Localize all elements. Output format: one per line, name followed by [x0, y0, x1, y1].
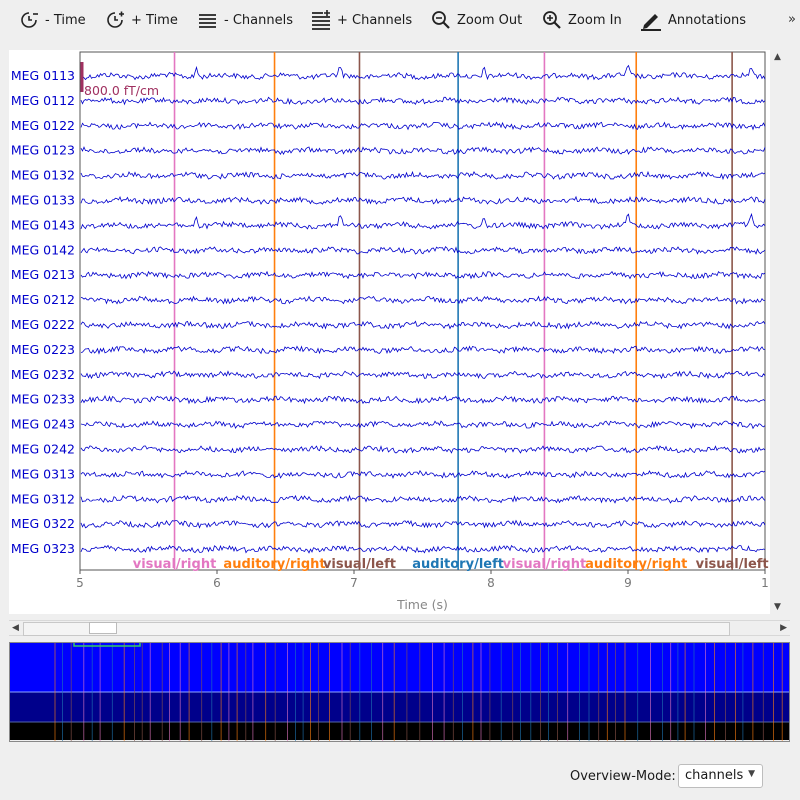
channel-label[interactable]: MEG 0133 — [11, 193, 75, 208]
zoom-in-icon — [543, 11, 561, 29]
channel-trace — [80, 320, 766, 330]
zoom-in-label: Zoom In — [568, 12, 622, 28]
zoom-out-label: Zoom Out — [457, 12, 523, 28]
channel-label[interactable]: MEG 0112 — [11, 93, 75, 108]
channel-label[interactable]: MEG 0243 — [11, 417, 75, 432]
channel-label[interactable]: MEG 0132 — [11, 168, 75, 183]
clock-minus-icon — [21, 12, 38, 28]
vertical-scrollbar[interactable]: ▲ ▼ — [772, 50, 788, 614]
x-tick-label: 7 — [350, 576, 358, 590]
channel-label[interactable]: MEG 0312 — [11, 491, 75, 506]
channel-label[interactable]: MEG 0233 — [11, 392, 75, 407]
x-tick-label: 8 — [487, 576, 495, 590]
x-axis-label: Time (s) — [396, 597, 448, 612]
plot-area[interactable]: MEG 0113 MEG 0112 MEG 0122 MEG 0123 MEG 0132… — [9, 50, 770, 614]
clock-plus-icon — [107, 11, 124, 28]
channel-trace — [80, 469, 766, 479]
lines-plus-icon — [312, 10, 330, 30]
channel-trace — [80, 519, 766, 529]
lines-minus-icon — [199, 14, 216, 28]
channel-trace — [80, 394, 766, 405]
channel-label[interactable]: MEG 0323 — [11, 541, 75, 556]
channel-trace — [80, 246, 766, 255]
channel-trace — [80, 96, 766, 106]
channel-label[interactable]: MEG 0213 — [11, 267, 75, 282]
channel-label[interactable]: MEG 0212 — [11, 292, 75, 307]
x-tick-label: 1 — [761, 576, 769, 590]
decrease-time-button[interactable]: - Time — [19, 0, 86, 40]
overview-mode-select[interactable]: channels ▼ — [678, 764, 763, 788]
overview-band-grad — [9, 642, 790, 692]
channel-label[interactable]: MEG 0222 — [11, 317, 75, 332]
raw-data-plot[interactable]: MEG 0113 MEG 0112 MEG 0122 MEG 0123 MEG 0132… — [9, 50, 770, 614]
increase-time-label: + Time — [131, 12, 178, 28]
increase-channels-label: + Channels — [337, 12, 413, 28]
channel-trace — [80, 420, 766, 430]
annotation-label: visual/right — [133, 557, 217, 572]
channel-trace — [80, 345, 766, 355]
channel-trace — [80, 146, 766, 156]
annotation-label: visual/left — [696, 557, 769, 572]
scroll-right-icon[interactable]: ▶ — [780, 621, 787, 635]
channel-label[interactable]: MEG 0143 — [11, 217, 75, 232]
horizontal-scroll-track[interactable] — [23, 622, 730, 636]
x-tick-label: 6 — [213, 576, 221, 590]
decrease-time-label: - Time — [45, 12, 86, 28]
channel-trace — [80, 121, 766, 131]
channel-trace — [80, 494, 766, 504]
zoom-out-icon — [432, 11, 450, 29]
decrease-channels-button[interactable]: - Channels — [198, 0, 293, 40]
overview-plot[interactable] — [9, 641, 790, 742]
increase-channels-button[interactable]: + Channels — [311, 0, 412, 40]
chevron-down-icon: ▼ — [748, 769, 755, 779]
zoom-in-button[interactable]: Zoom In — [542, 0, 622, 40]
annotation-label: auditory/left — [412, 557, 504, 572]
scroll-up-icon[interactable]: ▲ — [774, 52, 781, 62]
horizontal-scrollbar[interactable]: ◀ ▶ — [9, 620, 790, 636]
channel-trace — [80, 445, 766, 454]
horizontal-scroll-thumb[interactable] — [89, 622, 117, 634]
channel-label[interactable]: MEG 0113 — [11, 68, 75, 83]
overview-mode-label: Overview-Mode: — [570, 769, 676, 784]
channel-trace — [80, 212, 766, 230]
channel-label[interactable]: MEG 0242 — [11, 442, 75, 457]
scale-label: 800.0 fT/cm — [84, 83, 159, 98]
channel-trace — [80, 270, 766, 280]
increase-time-button[interactable]: + Time — [105, 0, 178, 40]
overview-band-other — [9, 722, 790, 740]
channel-label[interactable]: MEG 0122 — [11, 118, 75, 133]
zoom-out-button[interactable]: Zoom Out — [431, 0, 522, 40]
channel-trace — [80, 295, 766, 305]
channel-label[interactable]: MEG 0223 — [11, 342, 75, 357]
pen-icon — [641, 14, 661, 31]
annotations-label: Annotations — [668, 12, 747, 28]
decrease-channels-label: - Channels — [224, 12, 293, 28]
annotation-label: visual/right — [503, 557, 587, 572]
channel-label[interactable]: MEG 0322 — [11, 516, 75, 531]
overview-mode-value: channels — [685, 768, 744, 783]
channel-trace — [80, 64, 766, 81]
channel-label[interactable]: MEG 0313 — [11, 466, 75, 481]
x-tick-label: 9 — [624, 576, 632, 590]
annotation-label: visual/left — [323, 557, 396, 572]
scroll-left-icon[interactable]: ◀ — [12, 621, 19, 635]
channel-trace — [80, 195, 766, 206]
overview-bar[interactable] — [9, 641, 790, 742]
toolbar: - Time + Time - Channels + Channels Zoom… — [0, 0, 800, 40]
channel-label[interactable]: MEG 0123 — [11, 143, 75, 158]
overview-band-mag — [9, 692, 790, 722]
channel-label[interactable]: MEG 0142 — [11, 242, 75, 257]
channel-trace — [80, 370, 766, 380]
x-tick-label: 5 — [76, 576, 84, 590]
annotations-button[interactable]: Annotations — [640, 0, 746, 40]
channel-trace — [80, 170, 766, 181]
scroll-down-icon[interactable]: ▼ — [774, 602, 781, 612]
more-tools-button[interactable]: » — [788, 12, 796, 27]
channel-label[interactable]: MEG 0232 — [11, 367, 75, 382]
channel-trace — [80, 544, 766, 554]
annotation-label: auditory/right — [223, 557, 325, 572]
axes-frame — [79, 51, 766, 571]
annotation-label: auditory/right — [585, 557, 687, 572]
